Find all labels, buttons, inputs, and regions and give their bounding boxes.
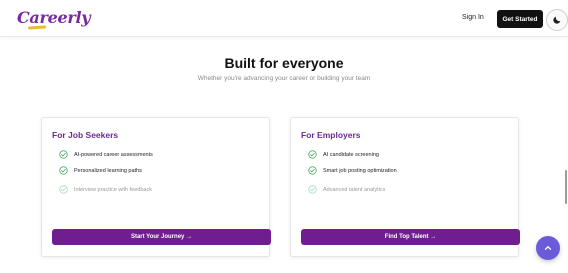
check-circle-icon — [308, 166, 317, 175]
check-circle-icon — [59, 185, 68, 194]
careerly-logo[interactable]: Careerly — [17, 8, 91, 27]
start-journey-button[interactable]: Start Your Journey → — [52, 229, 271, 245]
check-circle-icon — [308, 150, 317, 159]
card-title: For Employers — [301, 130, 361, 140]
sign-in-link[interactable]: Sign In — [462, 14, 484, 21]
feature-label: AI-powered career assessments — [74, 151, 153, 158]
feature-label: Smart job posting optimization — [323, 167, 397, 174]
card-title: For Job Seekers — [52, 130, 119, 140]
section-title: Built for everyone — [224, 55, 344, 71]
feature-item: AI candidate screening — [308, 150, 379, 159]
logo-underline-swoosh — [27, 25, 47, 30]
chevron-up-icon — [544, 246, 552, 250]
check-circle-icon — [59, 150, 68, 159]
get-started-button[interactable]: Get Started — [497, 10, 543, 28]
top-navigation-bar: Careerly Sign In Get Started — [0, 0, 568, 37]
find-talent-button[interactable]: Find Top Talent → — [301, 229, 520, 245]
scrollbar-thumb[interactable] — [565, 170, 567, 204]
check-circle-icon — [308, 185, 317, 194]
feature-item: Interview practice with feedback — [59, 185, 152, 194]
feature-label: Personalized learning paths — [74, 167, 142, 174]
check-circle-icon — [59, 166, 68, 175]
scroll-to-top-button[interactable] — [536, 236, 560, 260]
feature-label: Advanced talent analytics — [323, 186, 386, 193]
feature-item: Smart job posting optimization — [308, 166, 397, 175]
theme-toggle-button[interactable] — [546, 9, 568, 31]
feature-item: Personalized learning paths — [59, 166, 142, 175]
moon-icon — [553, 16, 561, 24]
feature-label: Interview practice with feedback — [74, 186, 152, 193]
job-seekers-card: For Job Seekers AI-powered career assess… — [41, 117, 271, 257]
section-subtitle: Whether you're advancing your career or … — [197, 75, 371, 82]
feature-item: AI-powered career assessments — [59, 150, 153, 159]
employers-card: For Employers AI candidate screening Sma… — [290, 117, 520, 257]
feature-item: Advanced talent analytics — [308, 185, 385, 194]
feature-label: AI candidate screening — [323, 151, 379, 158]
